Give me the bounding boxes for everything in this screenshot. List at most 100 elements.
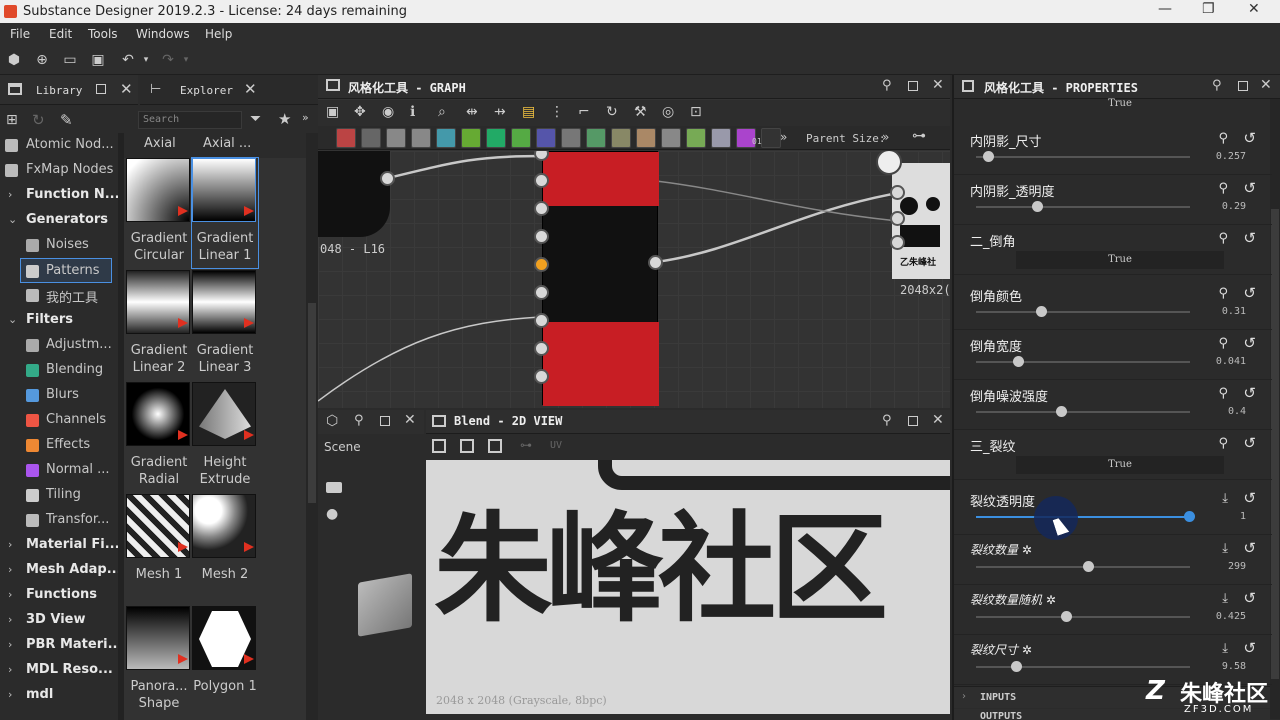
wrench-icon[interactable]: ⚒ <box>634 104 647 120</box>
properties-float-icon[interactable] <box>1238 81 1248 91</box>
explorer-close-icon[interactable]: ✕ <box>244 80 257 98</box>
tree-item-20[interactable]: › PBR Materi... <box>0 633 118 658</box>
scene-tab[interactable]: ⬡ ⚲ ✕ <box>318 410 424 434</box>
graph-pin-icon[interactable]: ⚲ <box>882 78 892 93</box>
tree-item-11[interactable]: Channels <box>0 408 118 433</box>
property-slider-knob[interactable] <box>1036 306 1047 317</box>
camera-icon[interactable] <box>326 482 342 493</box>
grid-icon[interactable]: ⊡ <box>690 104 702 120</box>
explorer-tab[interactable]: ⊢ Explorer ✕ <box>140 75 318 105</box>
graph-link-icon[interactable]: ⊶ <box>912 128 926 144</box>
close-button[interactable]: ✕ <box>1248 1 1260 17</box>
property-pin-icon[interactable]: ⚲ <box>1218 436 1228 451</box>
property-pin-icon[interactable]: ⚲ <box>1218 231 1228 246</box>
view2d-save-icon[interactable] <box>460 439 474 453</box>
library-close-icon[interactable]: ✕ <box>120 80 133 98</box>
property-reset-icon[interactable]: ↺ <box>1243 639 1256 657</box>
property-slider-track[interactable] <box>976 616 1190 618</box>
thumbnail-5[interactable]: Height Extrude <box>192 382 258 492</box>
view2d-frame-icon[interactable] <box>432 439 446 453</box>
connector-icon[interactable]: ⋮ <box>550 104 564 120</box>
graph-more-icon[interactable]: » <box>780 130 787 144</box>
graph-float-icon[interactable] <box>908 81 918 91</box>
graph-curve-icon[interactable] <box>436 128 456 148</box>
property-reset-icon[interactable]: ↺ <box>1243 129 1256 147</box>
property-value[interactable]: 9.58 <box>1222 661 1246 672</box>
minimize-button[interactable]: — <box>1158 1 1172 17</box>
graph-canvas[interactable]: 048 - L16 乙朱峰社 2048x2( <box>318 151 950 408</box>
blend-input-port-2[interactable] <box>534 201 549 216</box>
favorite-star-icon[interactable]: ★ <box>278 110 291 128</box>
menu-edit[interactable]: Edit <box>49 27 72 41</box>
property-slider-track[interactable] <box>976 156 1190 158</box>
graph-export-icon[interactable] <box>586 128 606 148</box>
output-node-port-2[interactable] <box>890 211 905 226</box>
thumbnail-6[interactable]: Mesh 1 <box>126 494 192 604</box>
output-node-port-3[interactable] <box>890 235 905 250</box>
left-node[interactable] <box>318 151 390 237</box>
distribute-icon[interactable]: ⇸ <box>494 104 506 120</box>
graph-badge-icon[interactable] <box>761 128 781 148</box>
scene-close-icon[interactable]: ✕ <box>404 412 416 428</box>
property-reset-icon[interactable]: ↺ <box>1243 384 1256 402</box>
align-icon[interactable]: ⇹ <box>466 104 478 120</box>
property-reset-icon[interactable]: ↺ <box>1243 489 1256 507</box>
property-slider-track[interactable] <box>976 206 1190 208</box>
property-reset-icon[interactable]: ↺ <box>1243 229 1256 247</box>
output-node-port-1[interactable] <box>890 185 905 200</box>
property-value[interactable]: 0.4 <box>1228 406 1246 417</box>
property-slider-knob[interactable] <box>1032 201 1043 212</box>
edit-pencil-icon[interactable]: ✎ <box>60 111 73 129</box>
blend-input-port-3[interactable] <box>534 229 549 244</box>
graph-circle-icon[interactable] <box>536 128 556 148</box>
blend-input-port-7[interactable] <box>534 341 549 356</box>
thumbnail-8[interactable]: Panora... Shape <box>126 606 192 716</box>
tree-item-16[interactable]: › Material Fi... <box>0 533 118 558</box>
menu-help[interactable]: Help <box>205 27 232 41</box>
path-icon[interactable]: ⌐ <box>578 104 590 120</box>
graph-levels-icon[interactable] <box>461 128 481 148</box>
graph-uv-icon[interactable] <box>486 128 506 148</box>
property-reset-icon[interactable]: ↺ <box>1243 589 1256 607</box>
properties-close-icon[interactable]: ✕ <box>1260 77 1272 93</box>
menu-file[interactable]: File <box>10 27 30 41</box>
camera-icon[interactable]: ◉ <box>382 104 394 120</box>
graph-hsl-icon[interactable] <box>711 128 731 148</box>
graph-ramp-icon[interactable] <box>636 128 656 148</box>
property-bool-toggle[interactable]: True <box>1016 251 1224 269</box>
view2d-float-icon[interactable] <box>908 416 918 426</box>
tree-item-10[interactable]: Blurs <box>0 383 118 408</box>
view2d-pin-icon[interactable]: ⚲ <box>882 413 892 428</box>
property-slider-knob[interactable] <box>1083 561 1094 572</box>
property-pin-icon[interactable]: ⤓ <box>1222 541 1228 556</box>
stack-icon[interactable]: ▤ <box>522 104 535 120</box>
property-slider-track[interactable] <box>976 311 1190 313</box>
property-pin-icon[interactable]: ⤓ <box>1222 641 1228 656</box>
new-package-icon[interactable]: ⬢ <box>6 52 22 68</box>
thumbnail-2[interactable]: Gradient Linear 2 <box>126 270 192 380</box>
scene-float-icon[interactable] <box>380 416 390 426</box>
property-slider-knob[interactable] <box>1013 356 1024 367</box>
graph-swap-icon[interactable] <box>411 128 431 148</box>
property-slider-knob[interactable] <box>983 151 994 162</box>
menu-windows[interactable]: Windows <box>136 27 190 41</box>
tree-item-8[interactable]: Adjustm... <box>0 333 118 358</box>
property-pin-icon[interactable]: ⚲ <box>1218 386 1228 401</box>
tree-item-6[interactable]: 我的工具 <box>0 283 118 308</box>
graph-close-icon[interactable]: ✕ <box>932 77 944 93</box>
tree-expand-icon[interactable]: ⌄ <box>8 213 17 226</box>
tree-expand-icon[interactable]: › <box>8 663 12 676</box>
move-icon[interactable]: ✥ <box>354 104 366 120</box>
tree-item-0[interactable]: Atomic Nod... <box>0 133 118 158</box>
tree-expand-icon[interactable]: › <box>8 688 12 701</box>
property-reset-icon[interactable]: ↺ <box>1243 179 1256 197</box>
snapshot-icon[interactable]: ◎ <box>662 104 674 120</box>
library-scrollbar[interactable] <box>306 133 318 720</box>
blend-input-port-1[interactable] <box>534 173 549 188</box>
property-slider-knob[interactable] <box>1011 661 1022 672</box>
tree-item-14[interactable]: Tiling <box>0 483 118 508</box>
property-slider-track[interactable] <box>976 516 1190 518</box>
thumbnail-3[interactable]: Gradient Linear 3 <box>192 270 258 380</box>
tree-item-15[interactable]: Transfor... <box>0 508 118 533</box>
thumbnail-9[interactable]: Polygon 1 <box>192 606 258 716</box>
